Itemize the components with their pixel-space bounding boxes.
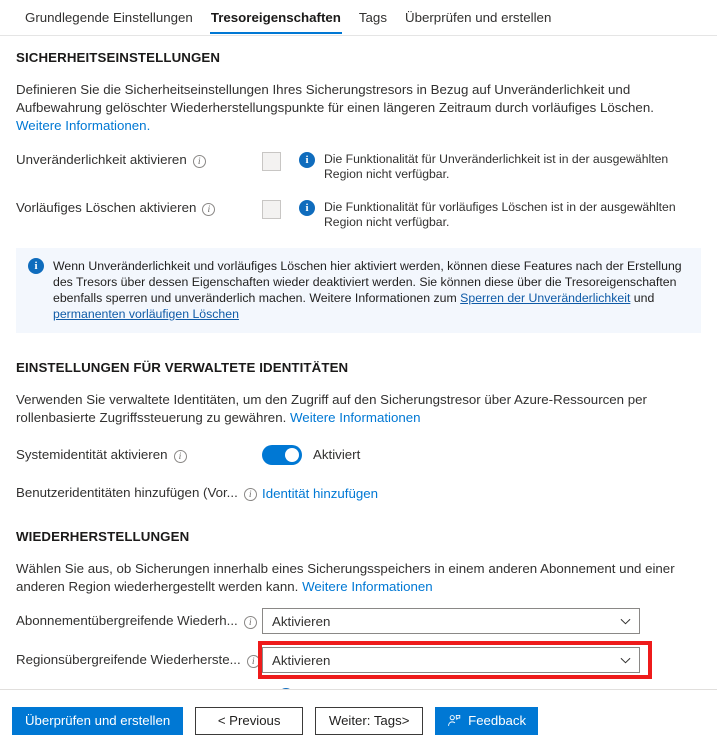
restore-description-line1: Wählen Sie aus, ob Sicherungen innerhalb… xyxy=(16,561,675,576)
previous-button[interactable]: < Previous xyxy=(195,706,304,735)
info-icon: i xyxy=(28,258,44,274)
info-icon[interactable]: i xyxy=(243,615,257,629)
tab-tags[interactable]: Tags xyxy=(350,0,396,35)
feedback-person-icon xyxy=(447,714,461,728)
system-identity-toggle-label: Aktiviert xyxy=(313,447,361,462)
row-system-identity-label: Systemidentität aktivieren i xyxy=(16,447,262,463)
tab-label: Tresoreigenschaften xyxy=(210,10,341,25)
section-managed-identity: EINSTELLUNGEN FÜR VERWALTETE IDENTITÄTEN… xyxy=(16,360,701,501)
row-cross-subscription-label: Abonnementübergreifende Wiederh... i xyxy=(16,613,262,629)
row-user-identity-label: Benutzeridentitäten hinzufügen (Vor... i xyxy=(16,485,262,501)
restore-learn-more-link[interactable]: Weitere Informationen xyxy=(302,579,433,594)
label-text: Systemidentität aktivieren xyxy=(16,447,168,462)
label-text: Unveränderlichkeit aktivieren xyxy=(16,152,187,167)
row-soft-delete-label: Vorläufiges Löschen aktivieren i xyxy=(16,200,262,216)
cross-region-restore-dropdown[interactable]: Aktivieren xyxy=(262,647,640,673)
review-and-create-button[interactable]: Überprüfen und erstellen xyxy=(12,706,184,735)
system-identity-toggle[interactable] xyxy=(262,445,302,465)
info-icon: i xyxy=(299,200,315,216)
restore-description-line2: anderen Region wiederhergestellt werden … xyxy=(16,579,299,594)
tab-ueberpruefen-und-erstellen[interactable]: Überprüfen und erstellen xyxy=(396,0,560,35)
label-text: Vorläufiges Löschen aktivieren xyxy=(16,200,197,215)
security-description-line2: gelöschter Wiederherstellungspunkte für … xyxy=(105,100,654,115)
tab-grundlegende-einstellungen[interactable]: Grundlegende Einstellungen xyxy=(16,0,202,35)
banner-text: Wenn Unveränderlichkeit und vorläufiges … xyxy=(53,258,689,322)
row-user-identity: Benutzeridentitäten hinzufügen (Vor... i… xyxy=(16,485,701,501)
immutability-checkbox-cell xyxy=(262,152,299,171)
soft-delete-note: i Die Funktionalität für vorläufiges Lös… xyxy=(299,200,701,230)
add-identity-link[interactable]: Identität hinzufügen xyxy=(262,486,378,501)
info-icon[interactable]: i xyxy=(246,654,260,668)
identity-description: Verwenden Sie verwaltete Identitäten, um… xyxy=(16,391,701,427)
label-text: Benutzeridentitäten hinzufügen (Vor... xyxy=(16,485,238,500)
tab-label: Grundlegende Einstellungen xyxy=(25,10,193,25)
security-description: Definieren Sie die Sicherheitseinstellun… xyxy=(16,81,701,135)
section-security: SICHERHEITSEINSTELLUNGEN Definieren Sie … xyxy=(16,50,701,333)
info-icon[interactable]: i xyxy=(243,487,257,501)
wizard-footer: Überprüfen und erstellen < Previous Weit… xyxy=(0,689,717,751)
restore-description: Wählen Sie aus, ob Sicherungen innerhalb… xyxy=(16,560,701,596)
form-content: SICHERHEITSEINSTELLUNGEN Definieren Sie … xyxy=(0,36,717,689)
chevron-down-icon xyxy=(620,655,631,666)
restore-heading: WIEDERHERSTELLUNGEN xyxy=(16,529,190,544)
next-tags-button[interactable]: Weiter: Tags> xyxy=(315,706,424,735)
vault-properties-page: Grundlegende Einstellungen Tresoreigensc… xyxy=(0,0,717,751)
row-cross-subscription-restore: Abonnementübergreifende Wiederh... i Akt… xyxy=(16,608,701,634)
soft-delete-note-text: Die Funktionalität für vorläufiges Lösch… xyxy=(324,200,701,230)
identity-learn-more-link[interactable]: Weitere Informationen xyxy=(290,410,421,425)
row-system-identity: Systemidentität aktivieren i Aktiviert xyxy=(16,445,701,465)
info-icon[interactable]: i xyxy=(192,154,206,168)
security-learn-more-link[interactable]: Weitere Informationen. xyxy=(16,118,150,133)
immutability-note: i Die Funktionalität für Unveränderlichk… xyxy=(299,152,701,182)
immutability-checkbox[interactable] xyxy=(262,152,281,171)
banner-link-permanent-soft-delete[interactable]: permanenten vorläufigen Löschen xyxy=(53,307,239,321)
toggle-knob xyxy=(285,448,299,462)
soft-delete-checkbox-cell xyxy=(262,200,299,219)
banner-text-part-2: und xyxy=(630,291,655,305)
note-line-2: Region nicht verfügbar. xyxy=(324,215,450,229)
banner-link-lock-immutability[interactable]: Sperren der Unveränderlichkeit xyxy=(460,291,630,305)
feedback-button[interactable]: Feedback xyxy=(435,706,539,735)
info-icon: i xyxy=(299,152,315,168)
soft-delete-checkbox[interactable] xyxy=(262,200,281,219)
label-text: Regionsübergreifende Wiederherste... xyxy=(16,652,241,667)
chevron-down-icon xyxy=(620,616,631,627)
section-restore: WIEDERHERSTELLUNGEN Wählen Sie aus, ob S… xyxy=(16,529,701,689)
security-heading: SICHERHEITSEINSTELLUNGEN xyxy=(16,50,221,65)
system-identity-toggle-cell: Aktiviert xyxy=(262,445,360,465)
feedback-label: Feedback xyxy=(468,713,527,728)
info-icon[interactable]: i xyxy=(202,202,216,216)
row-soft-delete: Vorläufiges Löschen aktivieren i i Die F… xyxy=(16,200,701,230)
row-immutability: Unveränderlichkeit aktivieren i i Die Fu… xyxy=(16,152,701,182)
dropdown-value: Aktivieren xyxy=(272,652,331,668)
row-cross-region-label: Regionsübergreifende Wiederherste... i xyxy=(16,652,262,668)
immutability-note-text: Die Funktionalität für Unveränderlichkei… xyxy=(324,152,701,182)
label-text: Abonnementübergreifende Wiederh... xyxy=(16,613,238,628)
note-line-2: nicht verfügbar. xyxy=(366,167,450,181)
tab-tresoreigenschaften[interactable]: Tresoreigenschaften xyxy=(202,0,350,35)
info-icon[interactable]: i xyxy=(173,449,187,463)
cross-subscription-restore-dropdown[interactable]: Aktivieren xyxy=(262,608,640,634)
identity-description-line2: Zugriffssteuerung zu gewähren. xyxy=(99,410,287,425)
wizard-tabs: Grundlegende Einstellungen Tresoreigensc… xyxy=(0,0,717,36)
dropdown-value: Aktivieren xyxy=(272,613,331,629)
tab-label: Überprüfen und erstellen xyxy=(404,10,552,25)
row-cross-region-restore: Regionsübergreifende Wiederherste... i A… xyxy=(16,641,701,679)
immutability-info-banner: i Wenn Unveränderlichkeit und vorläufige… xyxy=(16,248,701,333)
identity-heading: EINSTELLUNGEN FÜR VERWALTETE IDENTITÄTEN xyxy=(16,360,349,375)
note-line-1: Die Funktionalität für vorläufiges Lösch… xyxy=(324,200,676,214)
tab-label: Tags xyxy=(358,10,387,25)
row-immutability-label: Unveränderlichkeit aktivieren i xyxy=(16,152,262,168)
